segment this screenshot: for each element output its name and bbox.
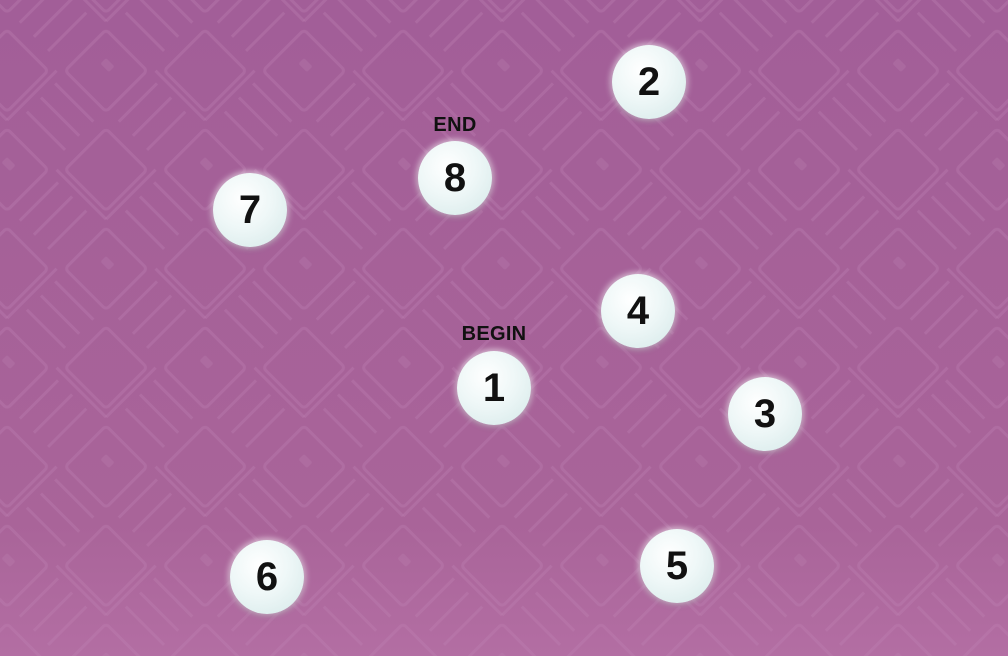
dot-2-number: 2 [637, 60, 661, 104]
dot-4-number: 4 [626, 289, 650, 333]
dot-7-number: 7 [238, 188, 262, 232]
dot-3[interactable]: 3 [728, 377, 802, 451]
dot-1-number: 1 [482, 366, 506, 410]
dot-8-number: 8 [443, 156, 467, 200]
dot-5-number: 5 [665, 544, 689, 588]
dot-8[interactable]: 8 [418, 141, 492, 215]
dot-5[interactable]: 5 [640, 529, 714, 603]
dot-6[interactable]: 6 [230, 540, 304, 614]
dot-6-number: 6 [255, 555, 279, 599]
dot-3-number: 3 [753, 392, 777, 436]
begin-label: BEGIN [461, 323, 527, 345]
dot-4[interactable]: 4 [601, 274, 675, 348]
dot-1[interactable]: 1 [457, 351, 531, 425]
dot-7[interactable]: 7 [213, 173, 287, 247]
dot-2[interactable]: 2 [612, 45, 686, 119]
end-label: END [433, 114, 477, 136]
